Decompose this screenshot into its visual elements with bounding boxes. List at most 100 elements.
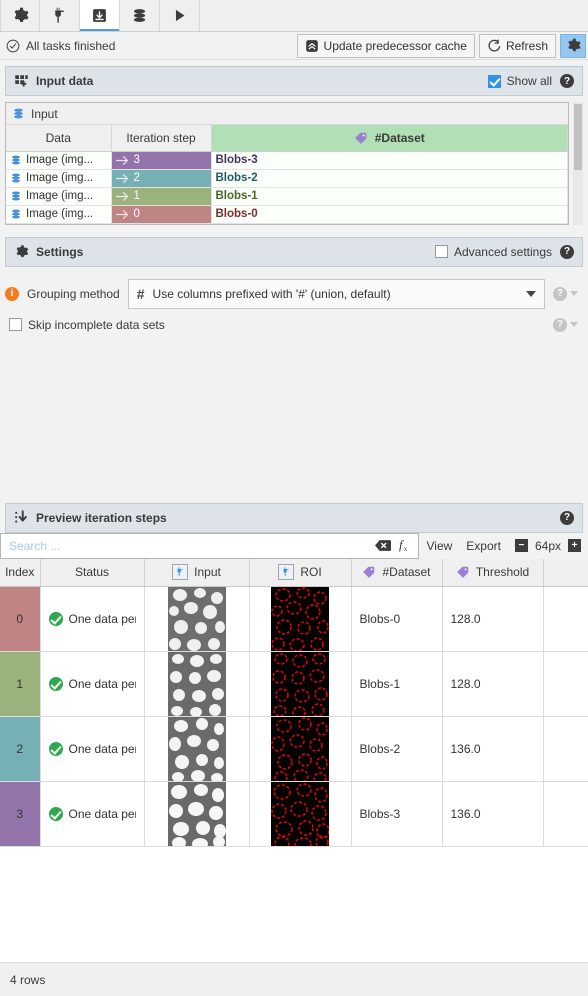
preview-col-roi[interactable]: ROI bbox=[249, 558, 352, 587]
preview-empty-space bbox=[0, 847, 588, 962]
table-row[interactable]: 1 One data per... bbox=[0, 651, 588, 717]
search-box[interactable]: f x bbox=[0, 532, 420, 559]
grouping-method-dropdown[interactable]: # Use columns prefixed with '#' (union, … bbox=[127, 278, 545, 309]
input-cell-data: Image (img... bbox=[6, 187, 112, 206]
preview-cell-dataset: Blobs-3 bbox=[351, 781, 443, 847]
preview-cell-filler bbox=[543, 781, 588, 847]
input-cell-step-label: 2 bbox=[133, 172, 140, 184]
table-row[interactable]: Image (img... 1 Blobs-1 bbox=[6, 187, 568, 206]
preview-cell-status-label: One data per... bbox=[68, 742, 136, 756]
function-fx-icon[interactable]: f x bbox=[399, 538, 412, 553]
settings-help-icon[interactable]: ? bbox=[560, 244, 574, 259]
advanced-settings-checkbox-row[interactable]: Advanced settings bbox=[434, 245, 552, 259]
preview-cell-roi-thumb[interactable] bbox=[249, 781, 352, 847]
input-data-help-icon[interactable]: ? bbox=[560, 74, 574, 88]
table-row[interactable]: 3 One data per... bbox=[0, 781, 588, 847]
help-icon[interactable]: ? bbox=[553, 317, 567, 332]
preview-col-index[interactable]: Index bbox=[0, 558, 41, 587]
input-cell-data-label: Image (img... bbox=[26, 208, 94, 220]
chevron-down-icon[interactable] bbox=[570, 322, 578, 327]
zoom-out-button[interactable]: − bbox=[514, 539, 528, 552]
preview-title: Preview iteration steps bbox=[36, 510, 167, 525]
view-button[interactable]: View bbox=[419, 533, 459, 559]
table-row[interactable]: Image (img... 2 Blobs-2 bbox=[6, 169, 568, 188]
settings-empty-space bbox=[5, 339, 583, 489]
tab-connections[interactable] bbox=[40, 0, 80, 31]
refresh-icon bbox=[488, 39, 501, 52]
input-image-thumbnail bbox=[167, 587, 226, 651]
view-label: View bbox=[426, 538, 453, 553]
preview-cell-roi-thumb[interactable] bbox=[249, 651, 352, 717]
clear-search-icon[interactable] bbox=[375, 539, 392, 552]
preview-cell-input-thumb[interactable] bbox=[144, 651, 250, 717]
gear-icon bbox=[567, 38, 581, 52]
info-icon[interactable]: i bbox=[5, 286, 19, 301]
input-table-container: Input Data Iteration step #Dataset Image… bbox=[5, 102, 569, 225]
preview-cell-input-thumb[interactable] bbox=[144, 586, 250, 652]
refresh-button[interactable]: Refresh bbox=[478, 33, 556, 58]
preview-section-header: Preview iteration steps ? bbox=[5, 502, 583, 533]
preview-col-threshold-label: Threshold bbox=[475, 565, 530, 580]
database-stack-icon bbox=[133, 9, 146, 22]
preview-cell-threshold: 136.0 bbox=[442, 716, 544, 782]
help-icon[interactable]: ? bbox=[553, 286, 567, 301]
tab-input-data[interactable] bbox=[80, 0, 120, 31]
arrow-right-icon bbox=[115, 155, 128, 165]
preview-body: f x View Export − 64px + bbox=[0, 532, 588, 962]
preview-cell-status: One data per... bbox=[40, 586, 145, 652]
input-col-data[interactable]: Data bbox=[6, 125, 112, 152]
preview-cell-roi-thumb[interactable] bbox=[249, 586, 352, 652]
table-row[interactable]: 0 One data per... bbox=[0, 586, 588, 652]
database-stack-icon bbox=[12, 209, 20, 219]
show-all-checkbox-row[interactable]: Show all bbox=[487, 74, 552, 88]
preview-header-controls: ? bbox=[560, 510, 574, 525]
input-cell-dataset: Blobs-2 bbox=[211, 169, 568, 188]
tab-run[interactable] bbox=[160, 0, 200, 31]
table-row[interactable]: 2 One data per... bbox=[0, 716, 588, 782]
zoom-in-button[interactable]: + bbox=[568, 539, 581, 552]
input-port-label: Input bbox=[31, 106, 58, 121]
table-plus-icon bbox=[15, 74, 28, 86]
settings-gear-button[interactable] bbox=[560, 33, 586, 58]
preview-col-status[interactable]: Status bbox=[40, 558, 145, 587]
preview-col-dataset[interactable]: #Dataset bbox=[351, 558, 443, 587]
application-window: All tasks finished Update predecessor ca… bbox=[0, 0, 588, 996]
input-col-iteration-step[interactable]: Iteration step bbox=[111, 125, 212, 152]
preview-col-input[interactable]: Input bbox=[144, 558, 250, 587]
status-text: All tasks finished bbox=[26, 38, 116, 53]
settings-section-header: Settings Advanced settings ? bbox=[5, 236, 583, 267]
input-data-scrollbar[interactable] bbox=[573, 102, 583, 225]
preview-help-icon[interactable]: ? bbox=[560, 510, 574, 525]
update-predecessor-cache-button[interactable]: Update predecessor cache bbox=[296, 33, 475, 58]
preview-cell-input-thumb[interactable] bbox=[144, 716, 250, 782]
input-col-dataset[interactable]: #Dataset bbox=[211, 125, 568, 152]
skip-incomplete-checkbox-row[interactable]: Skip incomplete data sets bbox=[9, 318, 165, 332]
preview-cell-threshold: 128.0 bbox=[442, 586, 544, 652]
arrow-right-icon bbox=[115, 191, 128, 201]
skip-incomplete-row: Skip incomplete data sets ? bbox=[5, 311, 583, 339]
table-row[interactable]: Image (img... 3 Blobs-3 bbox=[6, 151, 568, 170]
preview-cell-filler bbox=[543, 651, 588, 717]
skip-incomplete-checkbox[interactable] bbox=[9, 318, 22, 331]
gear-icon bbox=[14, 7, 29, 22]
arrow-right-icon bbox=[115, 209, 128, 219]
preview-col-threshold[interactable]: Threshold bbox=[442, 558, 544, 587]
chevron-down-icon[interactable] bbox=[570, 291, 578, 296]
advanced-settings-checkbox[interactable] bbox=[434, 245, 448, 258]
table-row[interactable]: Image (img... 0 Blobs-0 bbox=[6, 205, 568, 224]
input-cell-dataset: Blobs-3 bbox=[211, 151, 568, 170]
preview-cell-threshold: 128.0 bbox=[442, 651, 544, 717]
show-all-checkbox[interactable] bbox=[487, 74, 501, 88]
grouping-method-help[interactable]: ? bbox=[553, 286, 583, 301]
skip-incomplete-help[interactable]: ? bbox=[553, 317, 583, 332]
tab-strip bbox=[0, 0, 588, 32]
search-input[interactable] bbox=[7, 537, 368, 554]
tab-data[interactable] bbox=[120, 0, 160, 31]
preview-cell-roi-thumb[interactable] bbox=[249, 716, 352, 782]
grouping-method-label: Grouping method bbox=[27, 286, 120, 301]
tag-icon bbox=[354, 132, 366, 144]
export-button[interactable]: Export bbox=[459, 533, 508, 559]
tab-settings[interactable] bbox=[0, 0, 40, 31]
scrollbar-thumb[interactable] bbox=[574, 104, 582, 170]
preview-cell-input-thumb[interactable] bbox=[144, 781, 250, 847]
